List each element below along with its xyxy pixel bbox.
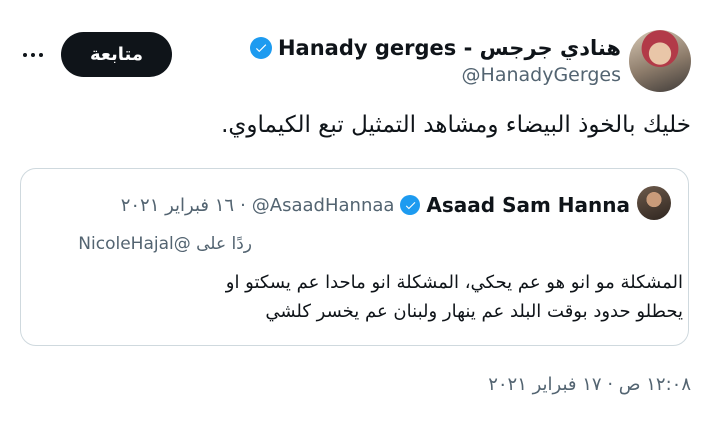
more-horizontal-icon <box>23 53 27 57</box>
quoted-text-line: المشكلة مو انو هو عم يحكي، المشكلة انو م… <box>225 272 683 293</box>
tweet-text: خليك بالخوذ البيضاء ومشاهد التمثيل تبع ا… <box>221 112 691 138</box>
quoted-text-line: يحطلو حدود بوقت البلد عم ينهار ولبنان عم… <box>265 301 683 322</box>
author-avatar[interactable] <box>629 30 691 92</box>
author-handle[interactable]: @HanadyGerges <box>462 64 621 86</box>
follow-button[interactable]: متابعة <box>61 32 172 77</box>
quoted-header: ١٦ فبراير ٢٠٢١ · @AsaadHannaa Asaad Sam … <box>121 192 630 218</box>
tweet-timestamp[interactable]: ١٢:٠٨ ص · ١٧ فبراير ٢٠٢١ <box>488 374 691 395</box>
reply-prefix: ردًا على <box>196 234 252 254</box>
more-dot <box>39 53 43 57</box>
reply-to-handle[interactable]: @NicoleHajal <box>78 234 190 254</box>
more-dot <box>31 53 35 57</box>
verified-badge-icon <box>249 37 272 59</box>
quoted-author-avatar[interactable] <box>637 186 671 220</box>
more-options-button[interactable] <box>18 42 48 68</box>
author-display-name[interactable]: Hanady gerges - هنادي جرجس <box>278 36 621 60</box>
quoted-display-name[interactable]: Asaad Sam Hanna <box>426 193 630 217</box>
quoted-handle[interactable]: @AsaadHannaa <box>252 195 395 216</box>
meta-separator: · <box>240 194 246 216</box>
quoted-tweet-text: المشكلة مو انو هو عم يحكي، المشكلة انو م… <box>43 268 683 326</box>
author-name-row[interactable]: Hanady gerges - هنادي جرجس <box>249 34 621 62</box>
reply-context: ردًا على @NicoleHajal <box>78 234 252 254</box>
verified-badge-icon <box>400 195 421 215</box>
quoted-date[interactable]: ١٦ فبراير ٢٠٢١ <box>121 195 234 216</box>
